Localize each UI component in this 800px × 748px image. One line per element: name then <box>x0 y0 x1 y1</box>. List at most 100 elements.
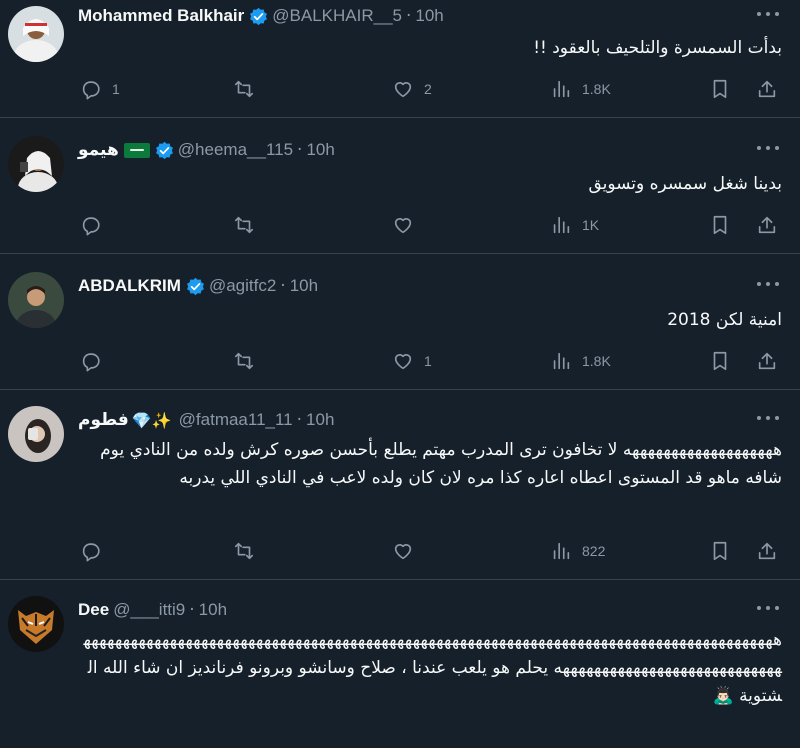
like-icon <box>394 544 412 560</box>
more-icon[interactable] <box>754 274 782 294</box>
display-name[interactable]: هيمو <box>78 140 119 160</box>
retweet-button[interactable] <box>233 538 265 564</box>
avatar[interactable] <box>8 136 64 192</box>
display-name[interactable]: Dee <box>78 600 109 620</box>
bookmark-button[interactable] <box>709 538 731 564</box>
tweet-actions: 1K <box>78 212 790 238</box>
like-button[interactable] <box>392 538 424 564</box>
tweet-header: هيمو @heema__115 · 10h <box>78 136 335 164</box>
tweet[interactable]: فطوم 💎✨ @fatmaa11_11 · 10h ههههههههههههه… <box>0 390 800 580</box>
avatar[interactable] <box>8 6 64 62</box>
bookmark-button[interactable] <box>709 76 731 102</box>
bookmark-icon <box>713 351 727 371</box>
tweet[interactable]: هيمو @heema__115 · 10h بدينا شغل سمسره و… <box>0 118 800 254</box>
separator-dot: · <box>189 600 195 620</box>
more-icon[interactable] <box>754 598 782 618</box>
reply-button[interactable] <box>80 538 112 564</box>
views-count: 1.8K <box>582 353 611 369</box>
timestamp[interactable]: 10h <box>415 6 443 26</box>
bookmark-button[interactable] <box>709 348 731 374</box>
display-name[interactable]: ABDALKRIM <box>78 276 181 296</box>
views-count: 1K <box>582 217 600 233</box>
bookmark-button[interactable] <box>709 212 731 238</box>
retweet-icon <box>234 80 254 98</box>
views-button[interactable]: 1.8K <box>550 348 611 374</box>
share-icon <box>758 542 776 560</box>
handle[interactable]: @fatmaa11_11 <box>179 410 293 430</box>
views-icon <box>553 542 570 560</box>
display-name[interactable]: Mohammed Balkhair <box>78 6 244 26</box>
tweet-header: Mohammed Balkhair @BALKHAIR__5 · 10h <box>78 2 444 30</box>
views-button[interactable]: 822 <box>550 538 605 564</box>
timestamp[interactable]: 10h <box>290 276 318 296</box>
share-button[interactable] <box>756 538 778 564</box>
avatar[interactable] <box>8 596 64 652</box>
tweet-text: امنية لكن 2018 <box>667 310 782 330</box>
separator-dot: · <box>280 276 286 296</box>
separator-dot: · <box>296 410 303 430</box>
timestamp[interactable]: 10h <box>306 140 334 160</box>
handle[interactable]: @agitfc2 <box>209 276 276 296</box>
like-button[interactable]: 1 <box>392 348 432 374</box>
timestamp[interactable]: 10h <box>199 600 227 620</box>
name-emoji: 💎✨ <box>131 410 172 430</box>
avatar[interactable] <box>8 406 64 462</box>
separator-dot: · <box>405 6 412 26</box>
tweet[interactable]: ABDALKRIM @agitfc2 · 10h امنية لكن 2018 … <box>0 254 800 390</box>
tweet-header: ABDALKRIM @agitfc2 · 10h <box>78 272 318 300</box>
like-icon <box>394 82 412 98</box>
tweet-actions: 1 2 1.8K <box>78 76 790 102</box>
like-icon <box>394 354 412 370</box>
share-icon <box>758 80 776 98</box>
tweet-actions: 822 <box>78 538 790 564</box>
share-button[interactable] <box>756 76 778 102</box>
handle[interactable]: @___itti9 <box>113 600 185 620</box>
tweet[interactable]: Mohammed Balkhair @BALKHAIR__5 · 10h بدأ… <box>0 0 800 118</box>
views-count: 1.8K <box>582 81 611 97</box>
like-icon <box>394 218 412 234</box>
views-button[interactable]: 1.8K <box>550 76 611 102</box>
views-count: 822 <box>582 543 606 559</box>
retweet-icon <box>234 542 254 560</box>
bookmark-icon <box>713 215 727 235</box>
handle[interactable]: @BALKHAIR__5 <box>272 6 402 26</box>
like-button[interactable] <box>392 212 424 238</box>
retweet-button[interactable] <box>233 76 265 102</box>
display-name[interactable]: فطوم <box>78 410 129 430</box>
more-icon[interactable] <box>754 4 782 24</box>
separator-dot: · <box>297 140 303 160</box>
tweet-actions: 1 1.8K <box>78 348 790 374</box>
tweet-header: فطوم 💎✨ @fatmaa11_11 · 10h <box>78 406 334 434</box>
reply-button[interactable]: 1 <box>80 76 120 102</box>
verified-badge-icon <box>155 141 173 159</box>
views-button[interactable]: 1K <box>550 212 599 238</box>
reply-button[interactable] <box>80 348 112 374</box>
handle[interactable]: @heema__115 <box>178 140 293 160</box>
tweet[interactable]: Dee @___itti9 · 10h هههههههههههههههههههه… <box>0 580 800 748</box>
tweet-text: بدأت السمسرة والتلحيف بالعقود !! <box>533 38 782 58</box>
share-icon <box>758 216 776 234</box>
reply-icon <box>82 353 100 372</box>
tweet-text: هههههههههههههههههههه لا تخافون ترى المدر… <box>100 440 782 488</box>
retweet-button[interactable] <box>233 212 265 238</box>
verified-badge-icon <box>250 7 268 25</box>
bookmark-icon <box>713 79 727 99</box>
retweet-button[interactable] <box>233 348 265 374</box>
timestamp[interactable]: 10h <box>306 410 334 430</box>
reply-button[interactable] <box>80 212 112 238</box>
views-icon <box>553 352 570 370</box>
like-count: 2 <box>424 81 432 97</box>
more-icon[interactable] <box>754 138 782 158</box>
share-button[interactable] <box>756 212 778 238</box>
like-button[interactable]: 2 <box>392 76 432 102</box>
verified-badge-icon <box>186 277 204 295</box>
retweet-icon <box>234 216 254 234</box>
reply-icon <box>82 81 100 100</box>
reply-count: 1 <box>112 81 120 97</box>
avatar[interactable] <box>8 272 64 328</box>
share-button[interactable] <box>756 348 778 374</box>
bookmark-icon <box>713 541 727 561</box>
more-icon[interactable] <box>754 408 782 428</box>
tweet-text: بدينا شغل سمسره وتسويق <box>588 174 782 194</box>
tweet-text: هههههههههههههههههههههههههههههههههههههههه… <box>83 630 782 706</box>
